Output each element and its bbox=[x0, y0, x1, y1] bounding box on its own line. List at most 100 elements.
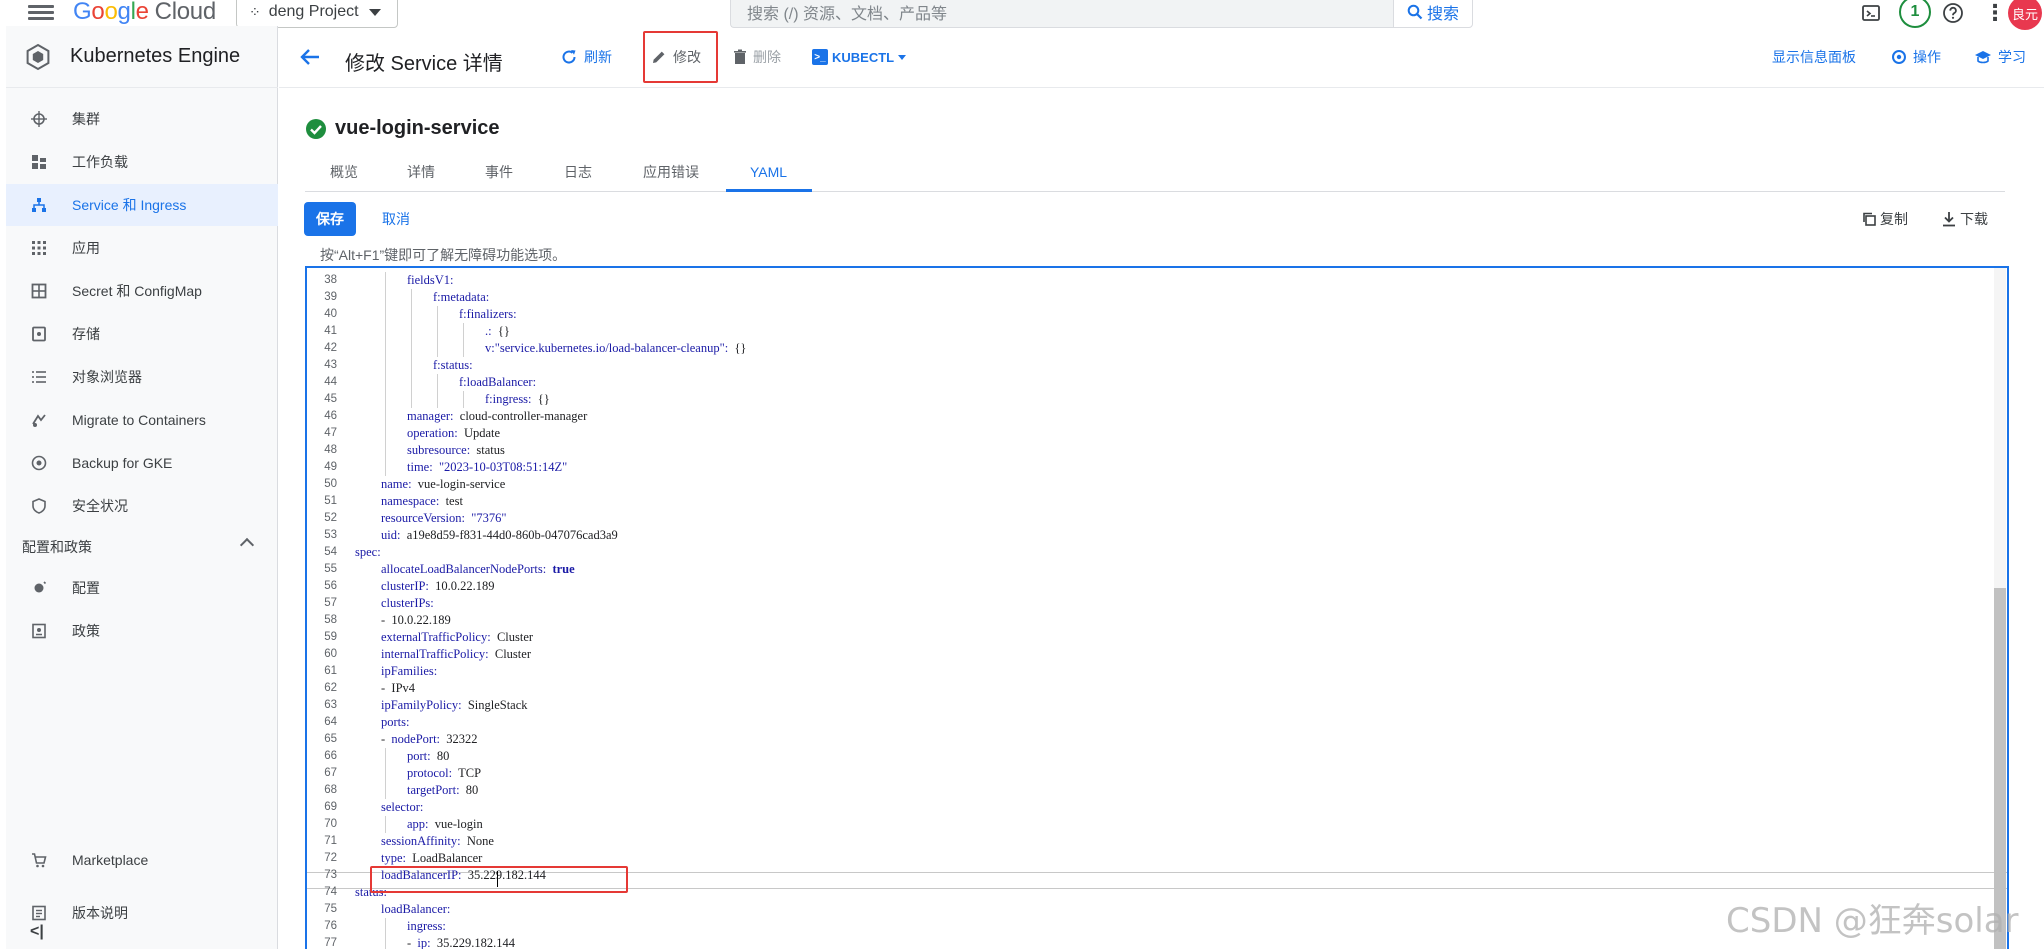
tab-overview[interactable]: 概览 bbox=[330, 152, 358, 192]
product-title: Kubernetes Engine bbox=[70, 45, 241, 67]
yaml-line[interactable]: 50 name: vue-login-service bbox=[307, 476, 2007, 493]
yaml-line[interactable]: 39 f:metadata: bbox=[307, 289, 2007, 306]
yaml-line[interactable]: 59 externalTrafficPolicy: Cluster bbox=[307, 629, 2007, 646]
yaml-line[interactable]: 60 internalTrafficPolicy: Cluster bbox=[307, 646, 2007, 663]
yaml-line[interactable]: 65 - nodePort: 32322 bbox=[307, 731, 2007, 748]
refresh-icon bbox=[562, 50, 576, 64]
yaml-line[interactable]: 51 namespace: test bbox=[307, 493, 2007, 510]
indent-guide bbox=[411, 323, 412, 340]
yaml-line[interactable]: 41.: {} bbox=[307, 323, 2007, 340]
yaml-token: app: bbox=[407, 817, 429, 831]
sidebar-item-storage[interactable]: 存储 bbox=[0, 313, 278, 355]
show-info-panel-button[interactable]: 显示信息面板 bbox=[1772, 26, 1856, 88]
sidebar-item-apps[interactable]: 应用 bbox=[0, 227, 278, 269]
tab-yaml[interactable]: YAML bbox=[750, 152, 787, 192]
collapse-sidebar-icon[interactable]: <| bbox=[30, 923, 44, 941]
help-icon[interactable] bbox=[1940, 0, 1966, 26]
yaml-line[interactable]: 64 ports: bbox=[307, 714, 2007, 731]
delete-button[interactable]: 删除 bbox=[733, 26, 781, 88]
yaml-line[interactable]: 68 targetPort: 80 bbox=[307, 782, 2007, 799]
yaml-line[interactable]: 54 spec: bbox=[307, 544, 2007, 561]
yaml-token: status bbox=[470, 443, 505, 457]
yaml-line[interactable]: 62 - IPv4 bbox=[307, 680, 2007, 697]
sidebar-item-object-browser[interactable]: 对象浏览器 bbox=[0, 356, 278, 398]
google-cloud-logo[interactable]: Google Cloud bbox=[73, 0, 216, 26]
tab-app-errors[interactable]: 应用错误 bbox=[643, 152, 699, 192]
yaml-line[interactable]: 57 clusterIPs: bbox=[307, 595, 2007, 612]
line-number: 61 bbox=[324, 665, 337, 677]
sidebar-item-workloads[interactable]: 工作负载 bbox=[0, 141, 278, 183]
yaml-line[interactable]: 55 allocateLoadBalancerNodePorts: true bbox=[307, 561, 2007, 578]
sidebar-item-secret-configmap[interactable]: Secret 和 ConfigMap bbox=[0, 270, 278, 312]
yaml-line[interactable]: 69 selector: bbox=[307, 799, 2007, 816]
cancel-button[interactable]: 取消 bbox=[372, 202, 420, 236]
yaml-token: SingleStack bbox=[461, 698, 528, 712]
yaml-line[interactable]: 70 app: vue-login bbox=[307, 816, 2007, 833]
kubectl-button[interactable]: >_ KUBECTL bbox=[812, 26, 907, 88]
sidebar-item-security[interactable]: 安全状况 bbox=[0, 485, 278, 527]
sidebar-item-service-ingress[interactable]: Service 和 Ingress bbox=[0, 184, 278, 226]
yaml-line[interactable]: 43 f:status: bbox=[307, 357, 2007, 374]
yaml-line[interactable]: 49 time: "2023-10-03T08:51:14Z" bbox=[307, 459, 2007, 476]
tab-logs[interactable]: 日志 bbox=[564, 152, 592, 192]
yaml-token: LoadBalancer bbox=[406, 851, 483, 865]
yaml-code: ports: bbox=[381, 714, 409, 731]
refresh-button[interactable]: 刷新 bbox=[560, 26, 612, 88]
tab-details[interactable]: 详情 bbox=[407, 152, 435, 192]
yaml-token: type: bbox=[381, 851, 406, 865]
yaml-line[interactable]: 40 f:finalizers: bbox=[307, 306, 2007, 323]
yaml-line[interactable]: 38 fieldsV1: bbox=[307, 272, 2007, 289]
sidebar-item-marketplace[interactable]: Marketplace bbox=[0, 839, 278, 881]
download-button[interactable]: 下载 bbox=[1942, 202, 1988, 236]
yaml-line[interactable]: 63 ipFamilyPolicy: SingleStack bbox=[307, 697, 2007, 714]
yaml-token: manager: bbox=[407, 409, 454, 423]
yaml-token: loadBalancer: bbox=[381, 902, 451, 916]
yaml-line[interactable]: 47 operation: Update bbox=[307, 425, 2007, 442]
cloud-shell-icon[interactable] bbox=[1858, 0, 1884, 26]
yaml-code: - IPv4 bbox=[381, 680, 415, 697]
sidebar-section-config-policy[interactable]: 配置和政策 bbox=[22, 529, 262, 565]
yaml-line[interactable]: 52 resourceVersion: "7376" bbox=[307, 510, 2007, 527]
sidebar-item-policy[interactable]: 政策 bbox=[0, 610, 278, 652]
tab-events[interactable]: 事件 bbox=[485, 152, 513, 192]
yaml-line[interactable]: 72 type: LoadBalancer bbox=[307, 850, 2007, 867]
search-button[interactable]: 搜索 bbox=[1393, 0, 1473, 28]
sidebar-item-backup[interactable]: Backup for GKE bbox=[0, 442, 278, 484]
yaml-editor[interactable]: 38 fieldsV1: 39 f:metadata: 40 f:finalizers: 4… bbox=[305, 266, 2009, 949]
yaml-token: name: bbox=[381, 477, 412, 491]
actions-button[interactable]: 操作 bbox=[1891, 26, 1941, 88]
cart-icon bbox=[30, 851, 48, 869]
yaml-line[interactable]: 67 protocol: TCP bbox=[307, 765, 2007, 782]
save-button[interactable]: 保存 bbox=[304, 202, 356, 236]
back-arrow-icon[interactable] bbox=[299, 46, 321, 68]
sidebar-item-clusters[interactable]: 集群 bbox=[0, 98, 278, 140]
service-name: vue-login-service bbox=[335, 117, 500, 139]
yaml-line[interactable]: 46 manager: cloud-controller-manager bbox=[307, 408, 2007, 425]
yaml-line[interactable]: 66 port: 80 bbox=[307, 748, 2007, 765]
yaml-line[interactable]: 56 clusterIP: 10.0.22.189 bbox=[307, 578, 2007, 595]
yaml-line[interactable]: 53 uid: a19e8d59-f831-44d0-860b-047076cad… bbox=[307, 527, 2007, 544]
yaml-token: internalTrafficPolicy: bbox=[381, 647, 489, 661]
sidebar-item-migrate[interactable]: Migrate to Containers bbox=[0, 399, 278, 441]
main-menu-icon[interactable] bbox=[28, 2, 54, 22]
yaml-line[interactable]: 58 - 10.0.22.189 bbox=[307, 612, 2007, 629]
learn-button[interactable]: 学习 bbox=[1974, 26, 2026, 88]
yaml-code: name: vue-login-service bbox=[381, 476, 505, 493]
yaml-line[interactable]: 61 ipFamilies: bbox=[307, 663, 2007, 680]
search-input[interactable]: 搜索 (/) 资源、文档、产品等 bbox=[730, 0, 1393, 28]
yaml-line[interactable]: 45 f:ingress: {} bbox=[307, 391, 2007, 408]
project-picker[interactable]: ⁘ deng Project bbox=[236, 0, 398, 28]
yaml-code: targetPort: 80 bbox=[407, 782, 478, 799]
yaml-line[interactable]: 42 v:"service.kubernetes.io/load-balancer… bbox=[307, 340, 2007, 357]
yaml-token: operation: bbox=[407, 426, 458, 440]
yaml-token: - bbox=[407, 936, 418, 949]
edit-button-highlight-box bbox=[643, 31, 718, 83]
copy-button[interactable]: 复制 bbox=[1862, 202, 1908, 236]
yaml-line[interactable]: 71 sessionAffinity: None bbox=[307, 833, 2007, 850]
indent-guide bbox=[463, 391, 464, 408]
more-vert-icon[interactable]: ⋮ bbox=[1982, 0, 2008, 26]
notifications-badge[interactable]: 1 bbox=[1899, 0, 1931, 28]
sidebar-item-config[interactable]: 配置 bbox=[0, 567, 278, 609]
yaml-line[interactable]: 44 f:loadBalancer: bbox=[307, 374, 2007, 391]
yaml-line[interactable]: 48 subresource: status bbox=[307, 442, 2007, 459]
